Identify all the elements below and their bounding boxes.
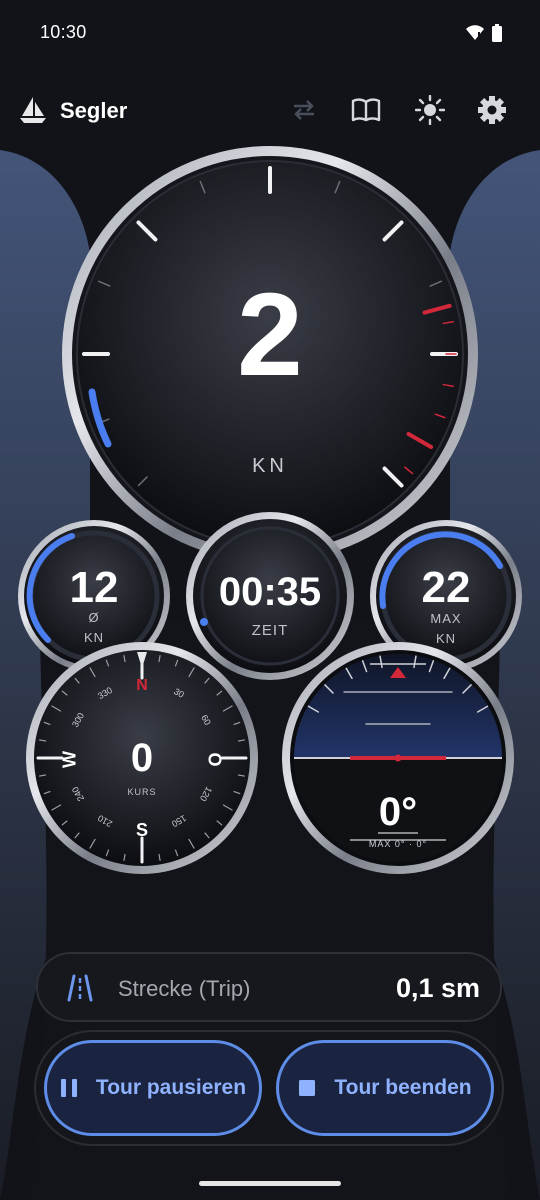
compass-south: S (135, 820, 148, 840)
wifi-icon (466, 25, 484, 40)
speed-unit: KN (252, 455, 288, 477)
tour-actions: Tour pausieren Tour beenden (34, 1030, 504, 1146)
brightness-button[interactable] (414, 94, 446, 126)
stop-tour-label: Tour beenden (334, 1076, 472, 1099)
sailboat-icon (20, 97, 46, 123)
book-icon (351, 98, 381, 122)
trip-label: Strecke (Trip) (118, 976, 251, 1001)
gear-icon (478, 96, 506, 124)
status-time: 10:30 (40, 22, 87, 42)
app-title: Segler (60, 98, 128, 123)
heel-value: 0° (378, 790, 418, 834)
swap-button[interactable] (288, 94, 320, 126)
avg-symbol: Ø (88, 610, 100, 625)
stop-tour-button[interactable]: Tour beenden (276, 1040, 494, 1136)
max-value: 22 (421, 563, 471, 612)
home-indicator (199, 1181, 341, 1186)
compass-label: KURS (127, 787, 157, 797)
pause-icon (60, 1079, 77, 1097)
battery-icon (492, 24, 502, 42)
app-bar: Segler (0, 88, 540, 138)
logbook-button[interactable] (350, 94, 382, 126)
pause-tour-button[interactable]: Tour pausieren (44, 1040, 262, 1136)
timer-value: 00:35 (218, 570, 322, 614)
max-label: MAX (430, 611, 462, 626)
compass-heading: 0 (130, 736, 154, 780)
status-bar: 10:30 (0, 0, 540, 70)
trip-card: Strecke (Trip) 0,1 sm (36, 952, 502, 1022)
settings-button[interactable] (476, 94, 508, 126)
route-icon (67, 974, 93, 1002)
swap-icon (294, 100, 314, 120)
trip-value: 0,1 sm (395, 973, 480, 1003)
compass-west: W (59, 751, 80, 768)
status-icons (466, 24, 502, 42)
avg-unit: KN (83, 630, 105, 645)
pause-tour-label: Tour pausieren (95, 1076, 247, 1099)
avg-value: 12 (69, 563, 119, 612)
stop-icon (299, 1080, 316, 1096)
timer-dot (200, 618, 208, 626)
compass-east: O (204, 752, 225, 767)
compass-north: N (136, 677, 148, 694)
speed-value: 2 (237, 269, 303, 401)
max-unit: KN (435, 631, 457, 646)
heel-max-label: MAX 0° · 0° (368, 839, 428, 849)
timer-label: ZEIT (251, 622, 289, 639)
brightness-icon (415, 95, 445, 125)
